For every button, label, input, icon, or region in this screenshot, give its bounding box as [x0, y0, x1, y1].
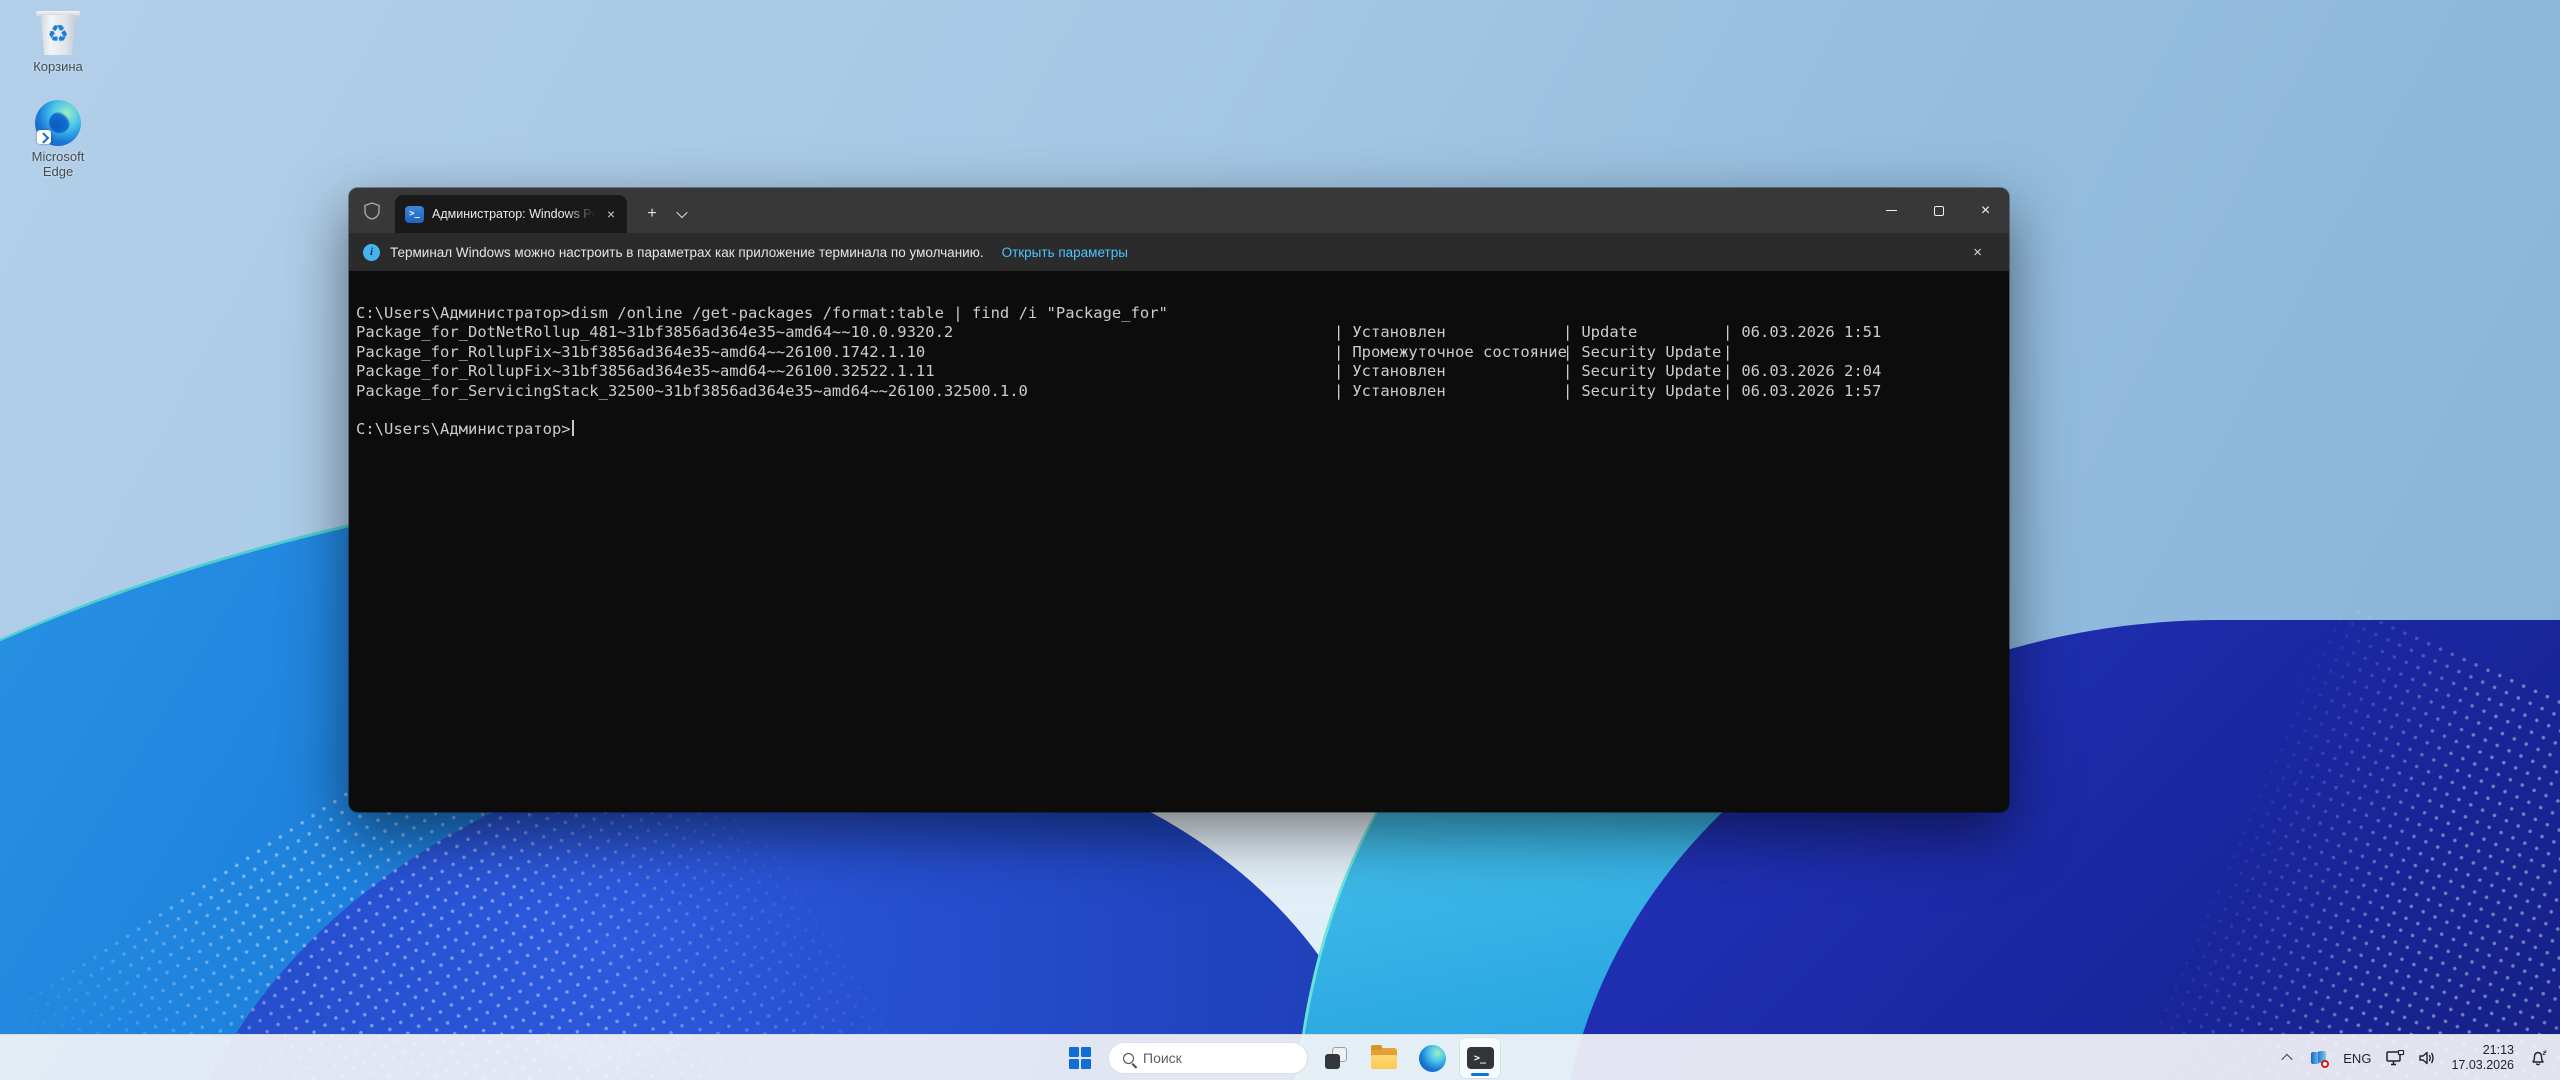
- task-view-button[interactable]: [1316, 1038, 1356, 1078]
- tab-dropdown-button[interactable]: [667, 199, 697, 229]
- tray-time: 21:13: [2451, 1043, 2514, 1058]
- prompt-text: C:\Users\Администратор>: [356, 420, 571, 438]
- package-row: Package_for_RollupFix~31bf3856ad364e35~a…: [356, 362, 2001, 381]
- banner-close-icon[interactable]: ×: [1968, 242, 1987, 263]
- running-indicator: [1471, 1073, 1489, 1076]
- terminal-window: >_ Администратор: Windows Po × + × i Тер…: [349, 188, 2009, 812]
- window-titlebar[interactable]: >_ Администратор: Windows Po × + ×: [349, 188, 2009, 233]
- powershell-icon: >_: [405, 206, 424, 223]
- do-not-disturb-bell-icon: z z: [2529, 1049, 2548, 1067]
- minimize-button[interactable]: [1868, 188, 1915, 233]
- recycle-bin-icon: ♻: [35, 8, 81, 56]
- chevron-down-icon: [676, 207, 687, 218]
- package-row: Package_for_ServicingStack_32500~31bf385…: [356, 382, 2001, 401]
- desktop: ♻ Корзина Microsoft Edge >_ Администрато…: [0, 0, 2560, 1080]
- maximize-icon: [1934, 206, 1944, 216]
- shortcut-arrow-icon: [37, 130, 51, 144]
- info-icon: i: [363, 244, 380, 261]
- network-icon: [2386, 1050, 2405, 1067]
- notification-button[interactable]: z z: [2524, 1040, 2552, 1076]
- language-indicator[interactable]: ENG: [2337, 1040, 2377, 1076]
- package-row: Package_for_DotNetRollup_481~31bf3856ad3…: [356, 323, 2001, 342]
- command-text: dism /online /get-packages /format:table…: [571, 304, 1168, 322]
- terminal-button[interactable]: >_: [1460, 1038, 1500, 1078]
- clock[interactable]: 21:13 17.03.2026: [2445, 1043, 2520, 1073]
- package-row: Package_for_RollupFix~31bf3856ad364e35~a…: [356, 343, 2001, 362]
- desktop-icon-recycle-bin[interactable]: ♻ Корзина: [12, 8, 104, 74]
- terminal-content[interactable]: C:\Users\Администратор>dism /online /get…: [349, 271, 2009, 812]
- banner-text: Терминал Windows можно настроить в парам…: [390, 245, 984, 260]
- search-icon: [1123, 1053, 1134, 1064]
- default-terminal-banner: i Терминал Windows можно настроить в пар…: [349, 233, 2009, 271]
- open-settings-link[interactable]: Открыть параметры: [1002, 245, 1128, 260]
- prompt-text: C:\Users\Администратор>: [356, 304, 571, 322]
- blank-line: [356, 401, 2001, 420]
- tab-title: Администратор: Windows Po: [432, 207, 595, 221]
- desktop-icon-label: Корзина: [12, 59, 104, 74]
- terminal-icon: >_: [1467, 1047, 1494, 1069]
- desktop-icon-label: Microsoft Edge: [23, 149, 93, 179]
- maximize-button[interactable]: [1915, 188, 1962, 233]
- wallpaper-dots-right: [2078, 593, 2560, 1080]
- taskbar-search[interactable]: Поиск: [1108, 1042, 1308, 1074]
- desktop-icon-edge[interactable]: Microsoft Edge: [12, 100, 104, 179]
- admin-shield-icon: [349, 188, 395, 233]
- edge-icon: [1419, 1045, 1446, 1072]
- taskbar: Поиск >_ ENG: [0, 1034, 2560, 1080]
- network-button[interactable]: [2381, 1040, 2409, 1076]
- minimize-icon: [1886, 210, 1897, 212]
- windows-logo-icon: [1069, 1047, 1091, 1069]
- tray-app-icon: [2311, 1051, 2328, 1066]
- tab-close-icon[interactable]: ×: [603, 205, 619, 223]
- tray-date: 17.03.2026: [2451, 1058, 2514, 1073]
- command-line: C:\Users\Администратор>dism /online /get…: [356, 304, 2001, 323]
- file-explorer-button[interactable]: [1364, 1038, 1404, 1078]
- chevron-up-icon: [2282, 1054, 2293, 1065]
- new-tab-button[interactable]: +: [637, 199, 667, 229]
- close-button[interactable]: ×: [1962, 188, 2009, 233]
- volume-button[interactable]: [2413, 1040, 2441, 1076]
- search-placeholder: Поиск: [1143, 1050, 1182, 1066]
- start-button[interactable]: [1060, 1038, 1100, 1078]
- task-view-icon: [1325, 1047, 1347, 1069]
- tray-app-button[interactable]: [2305, 1040, 2333, 1076]
- close-icon: ×: [1981, 203, 1990, 219]
- volume-icon: [2418, 1050, 2437, 1066]
- text-cursor: [572, 420, 574, 436]
- edge-icon: [35, 100, 81, 146]
- tray-overflow-button[interactable]: [2273, 1040, 2301, 1076]
- edge-button[interactable]: [1412, 1038, 1452, 1078]
- file-explorer-icon: [1371, 1048, 1397, 1069]
- current-prompt-line: C:\Users\Администратор>: [356, 420, 2001, 439]
- svg-text:z: z: [2544, 1049, 2547, 1054]
- terminal-tab[interactable]: >_ Администратор: Windows Po ×: [395, 195, 627, 233]
